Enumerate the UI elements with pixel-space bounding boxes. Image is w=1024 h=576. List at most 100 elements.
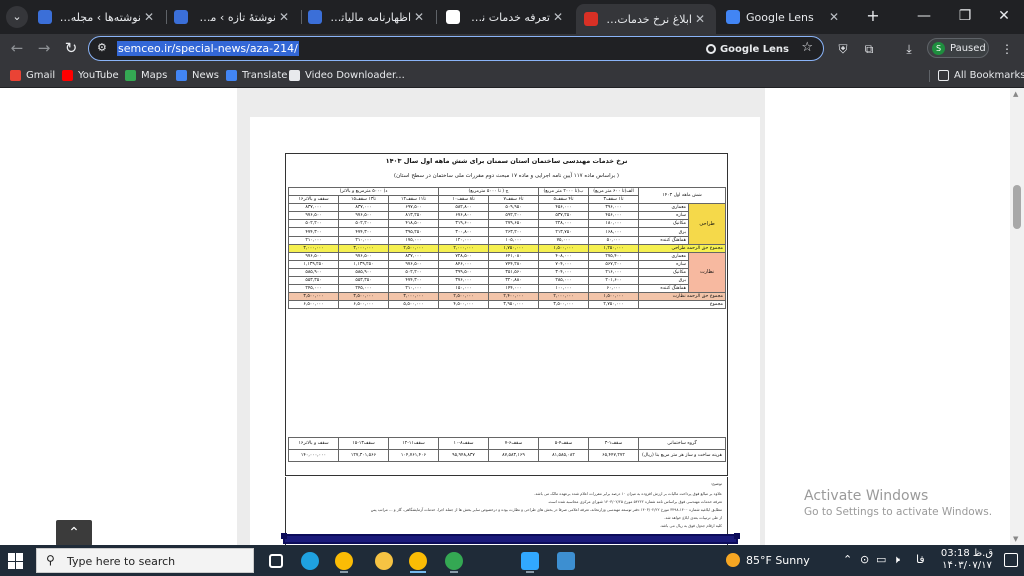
tab-close-icon[interactable]: ✕ bbox=[141, 10, 157, 24]
row-label: مکانیک bbox=[638, 219, 689, 229]
bookmark-star-icon[interactable]: ☆ bbox=[801, 40, 813, 55]
url-text[interactable]: semceo.ir/special-news/aza-214/ bbox=[117, 41, 299, 56]
browser-tab[interactable]: تعرفه خدمات نظام مهندسی✕ bbox=[438, 4, 574, 30]
tab-close-icon[interactable]: ✕ bbox=[411, 10, 427, 24]
scroll-down-arrow-icon[interactable]: ▼ bbox=[1013, 535, 1018, 543]
clock-date: ۱۴۰۳/۰۷/۱۷ bbox=[942, 560, 992, 571]
table-row: ۵۸۵,۹۰۰ ۵۸۵,۹۰۰ ۵۰۲,۲۰۰ ۳۹۹,۵۰۰ ۳۵۱,۵۶۰ ۳۰۴,۰… bbox=[288, 267, 726, 278]
table-row: ۶,۵۰۰,۰۰۰ ۶,۵۰۰,۰۰۰ ۵,۵۰۰,۰۰۰ ۴,۵۰۰,۰۰۰ ۳,۹۵… bbox=[288, 300, 727, 310]
photoshop-taskbar-button[interactable] bbox=[516, 548, 544, 573]
tab-close-icon[interactable]: ✕ bbox=[550, 10, 566, 24]
new-tab-button[interactable]: + bbox=[863, 6, 883, 26]
table-cell: ۲۴۵,۰۰۰ bbox=[288, 284, 339, 294]
system-clock[interactable]: 03:18 ق.ظ ۱۴۰۳/۰۷/۱۷ bbox=[937, 548, 997, 572]
table-cell: ۵۰۲,۲۰۰ bbox=[388, 267, 439, 278]
table-row: ۹۷۶,۵۰۰ ۹۷۶,۵۰۰ ۸۱۳,۲۵۰ ۶۷۶,۸۰۰ ۵۹۲,۲۰۰ ۵۳۷,۲… bbox=[288, 211, 726, 221]
browser-tab[interactable]: Google Lens ✕ bbox=[718, 4, 850, 30]
tab-close-icon[interactable]: ✕ bbox=[276, 10, 292, 24]
chrome-taskbar-button[interactable] bbox=[330, 548, 358, 573]
row-label: مجموع حق الزحمه نظارت bbox=[637, 292, 727, 302]
table-cell: ۱۲۷,۳۰۱,۵۶۶ bbox=[338, 449, 389, 462]
table-cell: ۱۲۰,۰۰۰ bbox=[438, 235, 489, 245]
table-cell: ۸۱۳,۲۵۰ bbox=[388, 211, 439, 221]
chrome-profile-taskbar-button[interactable] bbox=[440, 548, 468, 573]
extensions-icon[interactable]: ⧉ bbox=[860, 40, 878, 58]
table-cell: ۸۷,۵۸۳,۱۶۹ bbox=[488, 449, 539, 462]
bookmark-item[interactable]: Maps bbox=[125, 68, 167, 82]
paint-taskbar-button[interactable] bbox=[552, 548, 580, 573]
bookmark-item[interactable]: YouTube bbox=[62, 68, 119, 82]
column-header: ۵تا۴ سقف bbox=[538, 195, 589, 205]
reload-button[interactable]: ↻ bbox=[60, 37, 82, 59]
language-indicator[interactable]: فا bbox=[916, 553, 925, 566]
back-button[interactable]: ← bbox=[6, 37, 28, 59]
table-cell: ۲۰۱,۶۰۰ bbox=[588, 276, 639, 286]
maximize-button[interactable]: ❐ bbox=[945, 0, 985, 34]
volume-icon[interactable]: 🕨 bbox=[893, 553, 900, 567]
bookmark-label: Maps bbox=[141, 69, 168, 81]
scroll-up-arrow-icon[interactable]: ▲ bbox=[1013, 90, 1018, 98]
menu-icon[interactable]: ⋮ bbox=[998, 40, 1016, 58]
table-row: ۲۴۵,۰۰۰ ۲۴۵,۰۰۰ ۲۱۰,۰۰۰ ۱۵۰,۰۰۰ ۱۴۴,۰۰۰ ۱۰۰,۰… bbox=[288, 284, 726, 294]
address-bar[interactable]: ⚙ semceo.ir/special-news/aza-214/ Google… bbox=[88, 36, 824, 61]
table-cell: ۷۰۴,۰۰۰ bbox=[538, 259, 589, 269]
task-view-taskbar-button[interactable] bbox=[262, 548, 290, 573]
browser-tab[interactable]: نوشته‌ها › مجله آموزشی✕ bbox=[30, 4, 165, 30]
table-cell: ۵۳۷,۲۵۰ bbox=[538, 211, 589, 221]
chrome-active-taskbar-button[interactable] bbox=[404, 548, 432, 573]
row-label: سازه bbox=[638, 211, 689, 221]
table-cell: ۱۶۸,۰۰۰ bbox=[588, 227, 639, 237]
row-label: گروه ساختمانی bbox=[638, 437, 726, 450]
windows-start-icon[interactable] bbox=[8, 553, 24, 569]
bookmark-item[interactable]: Translate bbox=[226, 68, 287, 82]
tab-search-button[interactable]: ⌄ bbox=[6, 6, 28, 28]
tab-close-icon[interactable]: ✕ bbox=[826, 10, 842, 24]
table-cell: ۶,۵۰۰,۰۰۰ bbox=[288, 300, 339, 310]
scroll-to-top-button[interactable]: ⌃ bbox=[56, 520, 92, 545]
network-icon[interactable]: ⊙ bbox=[860, 553, 869, 566]
note-line: از طی ترتیبات بعدی ابلاغ خواهد شد. bbox=[664, 515, 722, 520]
period-header: شش ماهه اول ۱۴۰۳ bbox=[637, 186, 727, 205]
bookmark-item[interactable]: Video Downloader... bbox=[289, 68, 405, 82]
bookmark-item[interactable]: Gmail bbox=[10, 68, 55, 82]
download-icon[interactable]: ⤓ bbox=[900, 40, 918, 58]
bookmark-item[interactable]: News bbox=[176, 68, 219, 82]
tray-chevron-icon[interactable]: ⌃ bbox=[843, 553, 852, 566]
table-cell: ۴۵۶,۰۰۰ bbox=[588, 211, 639, 221]
chrome-icon bbox=[335, 551, 353, 570]
table-cell: ۴۰۸,۰۰۰ bbox=[538, 251, 589, 261]
battery-icon[interactable]: ▭ bbox=[876, 553, 886, 566]
table-cell: ۳,۹۵۰,۰۰۰ bbox=[488, 300, 539, 310]
notification-icon[interactable] bbox=[1004, 553, 1018, 567]
note-line: علاوه بر مبالغ فوق پرداخت مالیات بر ارزش… bbox=[534, 491, 722, 496]
table-cell: ۱,۵۰۰,۰۰۰ bbox=[588, 292, 639, 302]
forward-button[interactable]: → bbox=[33, 37, 55, 59]
scroll-thumb[interactable] bbox=[1013, 185, 1021, 229]
taskbar-search-input[interactable]: ⚲ Type here to search bbox=[36, 548, 254, 573]
profile-button[interactable]: S Paused bbox=[927, 38, 989, 58]
edge-taskbar-button[interactable] bbox=[296, 548, 324, 573]
tab-close-icon[interactable]: ✕ bbox=[692, 12, 708, 26]
site-info-icon[interactable]: ⚙ bbox=[97, 41, 111, 55]
all-bookmarks-label: All Bookmarks bbox=[954, 69, 1024, 81]
shield-icon[interactable]: ⛨ bbox=[834, 40, 852, 58]
table-cell: ۵۵۳,۳۵۰ bbox=[288, 276, 339, 286]
browser-tab[interactable]: ابلاغ نرخ خدمات مهندسی✕ bbox=[576, 4, 716, 34]
file-explorer-taskbar-button[interactable] bbox=[370, 548, 398, 573]
all-bookmarks[interactable]: All Bookmarks bbox=[938, 68, 1024, 82]
table-cell: ۷۲۸,۵۰۰ bbox=[438, 251, 489, 261]
page-scrollbar[interactable]: ▲ ▼ bbox=[1010, 88, 1024, 545]
table-cell: ۴۱۸,۵۰۰ bbox=[388, 219, 439, 229]
notes-heading: توضیح: bbox=[710, 481, 722, 486]
chrome-active-icon bbox=[409, 551, 427, 570]
minimize-button[interactable]: — bbox=[904, 0, 944, 34]
weather-widget[interactable]: 85°F Sunny bbox=[726, 553, 810, 567]
google-lens-chip[interactable]: Google Lens bbox=[705, 40, 789, 58]
activate-line-2: Go to Settings to activate Windows. bbox=[804, 506, 993, 518]
lens-label: Google Lens bbox=[719, 43, 789, 55]
browser-tab[interactable]: نوشتهٔ تازه › مجله آموزشی✕ bbox=[166, 4, 300, 30]
search-icon: ⚲ bbox=[46, 553, 55, 567]
browser-tab[interactable]: اظهارنامه مالیاتی نظام✕ bbox=[300, 4, 435, 30]
table-cell: ۳,۰۰۰,۰۰۰ bbox=[388, 292, 439, 302]
close-window-button[interactable]: ✕ bbox=[984, 0, 1024, 34]
